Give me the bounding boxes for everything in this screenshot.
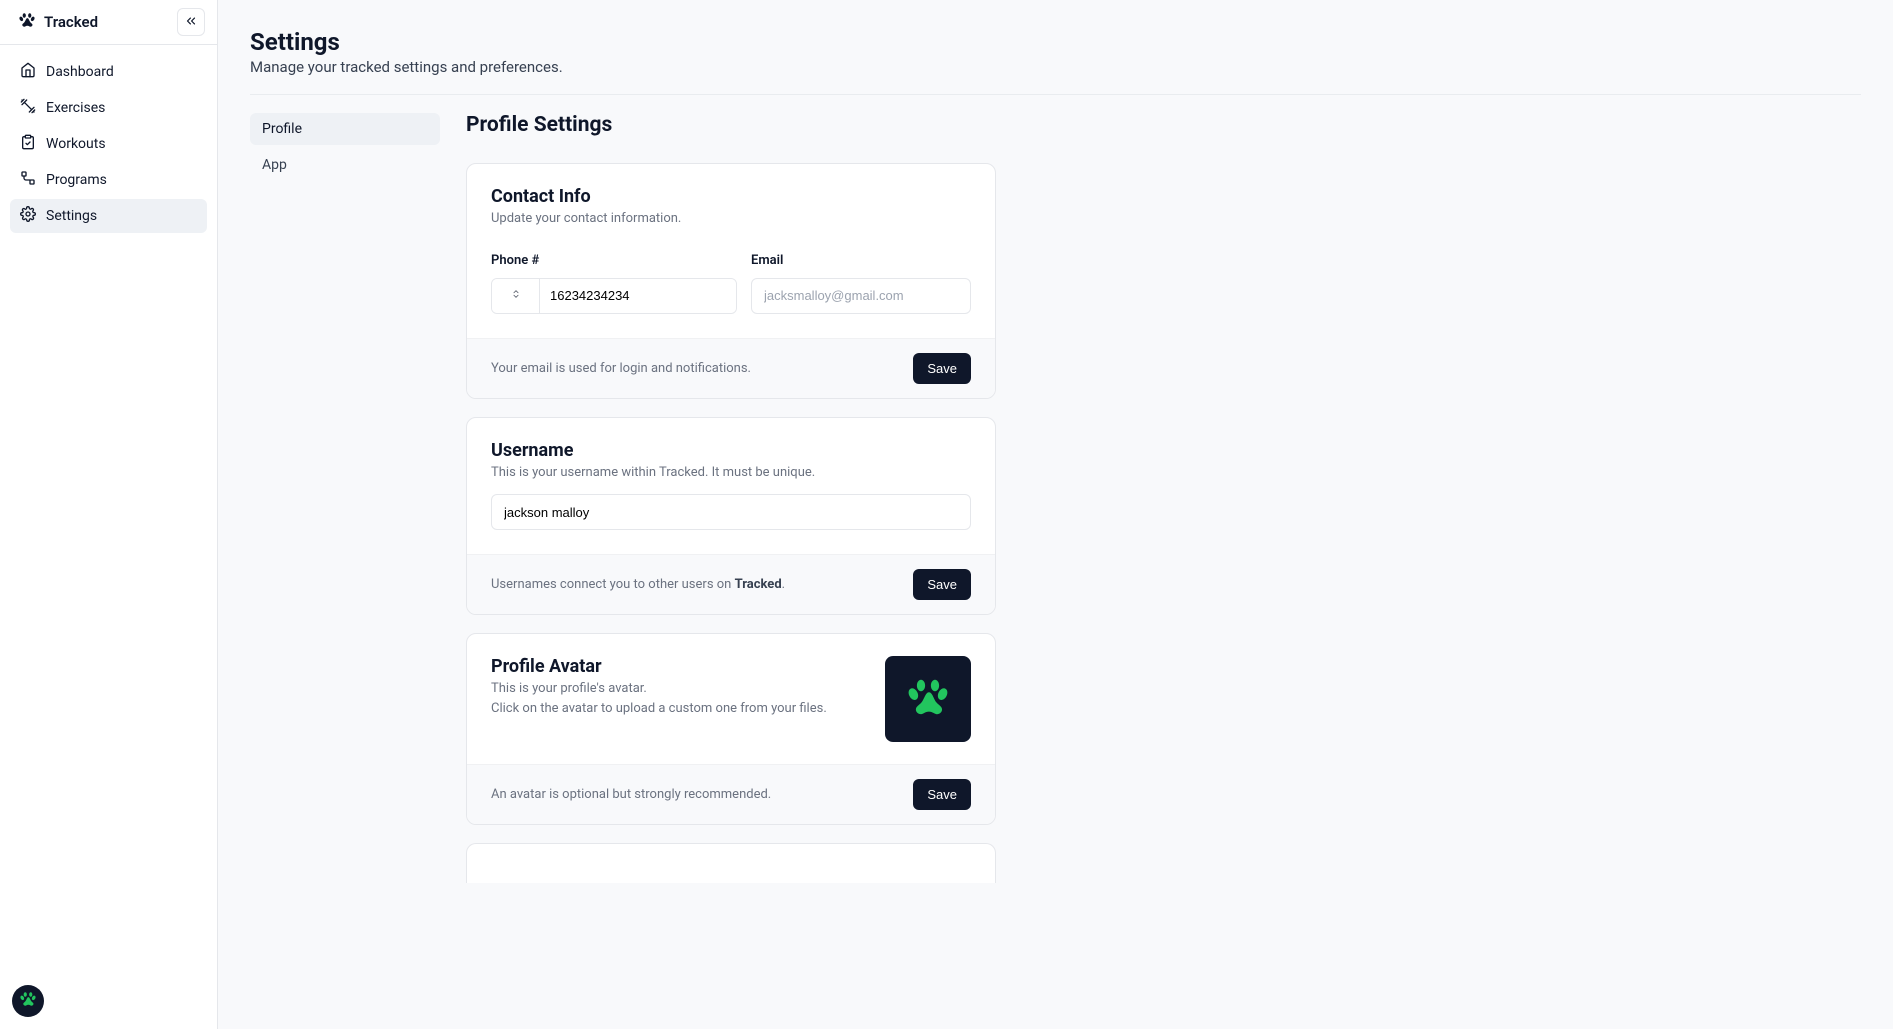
card-title: Profile Avatar bbox=[491, 656, 827, 677]
subnav-item-label: App bbox=[262, 157, 287, 173]
sidebar-header: Tracked bbox=[0, 0, 217, 45]
card-title: Username bbox=[491, 440, 971, 461]
subnav-item-app[interactable]: App bbox=[250, 149, 440, 181]
sidebar-item-label: Exercises bbox=[46, 100, 105, 116]
card-desc: This is your profile's avatar. Click on … bbox=[491, 679, 827, 718]
footer-note-brand: Tracked bbox=[735, 577, 782, 592]
username-card: Username This is your username within Tr… bbox=[466, 417, 996, 616]
email-label: Email bbox=[751, 253, 971, 268]
avatar-footer-note: An avatar is optional but strongly recom… bbox=[491, 787, 771, 802]
sidebar-item-label: Dashboard bbox=[46, 64, 114, 80]
workflow-icon bbox=[20, 170, 36, 190]
page-header: Settings Manage your tracked settings an… bbox=[250, 28, 1861, 95]
phone-input[interactable] bbox=[540, 279, 736, 313]
card-title: Contact Info bbox=[491, 186, 971, 207]
email-input[interactable] bbox=[751, 278, 971, 314]
card-desc: Update your contact information. bbox=[491, 209, 971, 229]
settings-content: Profile Settings Contact Info Update you… bbox=[466, 113, 996, 901]
sidebar-item-exercises[interactable]: Exercises bbox=[10, 91, 207, 125]
section-title: Profile Settings bbox=[466, 113, 996, 137]
footer-note-text: . bbox=[782, 577, 785, 592]
subnav-item-profile[interactable]: Profile bbox=[250, 113, 440, 145]
paw-icon bbox=[18, 11, 36, 33]
main-content: Settings Manage your tracked settings an… bbox=[218, 0, 1893, 1029]
sidebar-item-label: Programs bbox=[46, 172, 107, 188]
sidebar-item-label: Workouts bbox=[46, 136, 106, 152]
settings-subnav: Profile App bbox=[250, 113, 440, 901]
paw-icon bbox=[905, 674, 951, 724]
footer-note-text: Usernames connect you to other users on bbox=[491, 577, 735, 592]
card-desc: This is your username within Tracked. It… bbox=[491, 463, 971, 483]
user-avatar[interactable] bbox=[12, 985, 44, 1017]
contact-footer-note: Your email is used for login and notific… bbox=[491, 361, 751, 376]
phone-input-wrap bbox=[491, 278, 737, 314]
username-footer-note: Usernames connect you to other users on … bbox=[491, 577, 785, 592]
contact-info-card: Contact Info Update your contact informa… bbox=[466, 163, 996, 399]
sidebar-item-dashboard[interactable]: Dashboard bbox=[10, 55, 207, 89]
sidebar-footer bbox=[0, 973, 217, 1029]
phone-country-select[interactable] bbox=[492, 279, 540, 313]
phone-label: Phone # bbox=[491, 253, 737, 268]
sidebar-item-programs[interactable]: Programs bbox=[10, 163, 207, 197]
chevrons-up-down-icon bbox=[511, 287, 521, 305]
paw-icon bbox=[19, 990, 37, 1012]
home-icon bbox=[20, 62, 36, 82]
avatar-save-button[interactable]: Save bbox=[913, 779, 971, 810]
username-input[interactable] bbox=[491, 494, 971, 530]
username-save-button[interactable]: Save bbox=[913, 569, 971, 600]
brand-name: Tracked bbox=[44, 13, 98, 31]
avatar-desc-line: This is your profile's avatar. bbox=[491, 679, 827, 699]
sidebar-item-label: Settings bbox=[46, 208, 97, 224]
subnav-item-label: Profile bbox=[262, 121, 302, 137]
page-title: Settings bbox=[250, 28, 1861, 56]
sidebar-item-workouts[interactable]: Workouts bbox=[10, 127, 207, 161]
sidebar-collapse-button[interactable] bbox=[177, 8, 205, 36]
sidebar: Tracked Dashboard Exercises bbox=[0, 0, 218, 1029]
contact-save-button[interactable]: Save bbox=[913, 353, 971, 384]
clipboard-icon bbox=[20, 134, 36, 154]
page-subtitle: Manage your tracked settings and prefere… bbox=[250, 58, 1861, 76]
dumbbell-icon bbox=[20, 98, 36, 118]
avatar-card: Profile Avatar This is your profile's av… bbox=[466, 633, 996, 825]
sidebar-nav: Dashboard Exercises Workouts Programs bbox=[0, 45, 217, 243]
chevrons-left-icon bbox=[184, 14, 198, 31]
avatar-desc-line: Click on the avatar to upload a custom o… bbox=[491, 699, 827, 719]
next-card bbox=[466, 843, 996, 883]
brand[interactable]: Tracked bbox=[18, 11, 98, 33]
avatar-upload[interactable] bbox=[885, 656, 971, 742]
gear-icon bbox=[20, 206, 36, 226]
sidebar-item-settings[interactable]: Settings bbox=[10, 199, 207, 233]
